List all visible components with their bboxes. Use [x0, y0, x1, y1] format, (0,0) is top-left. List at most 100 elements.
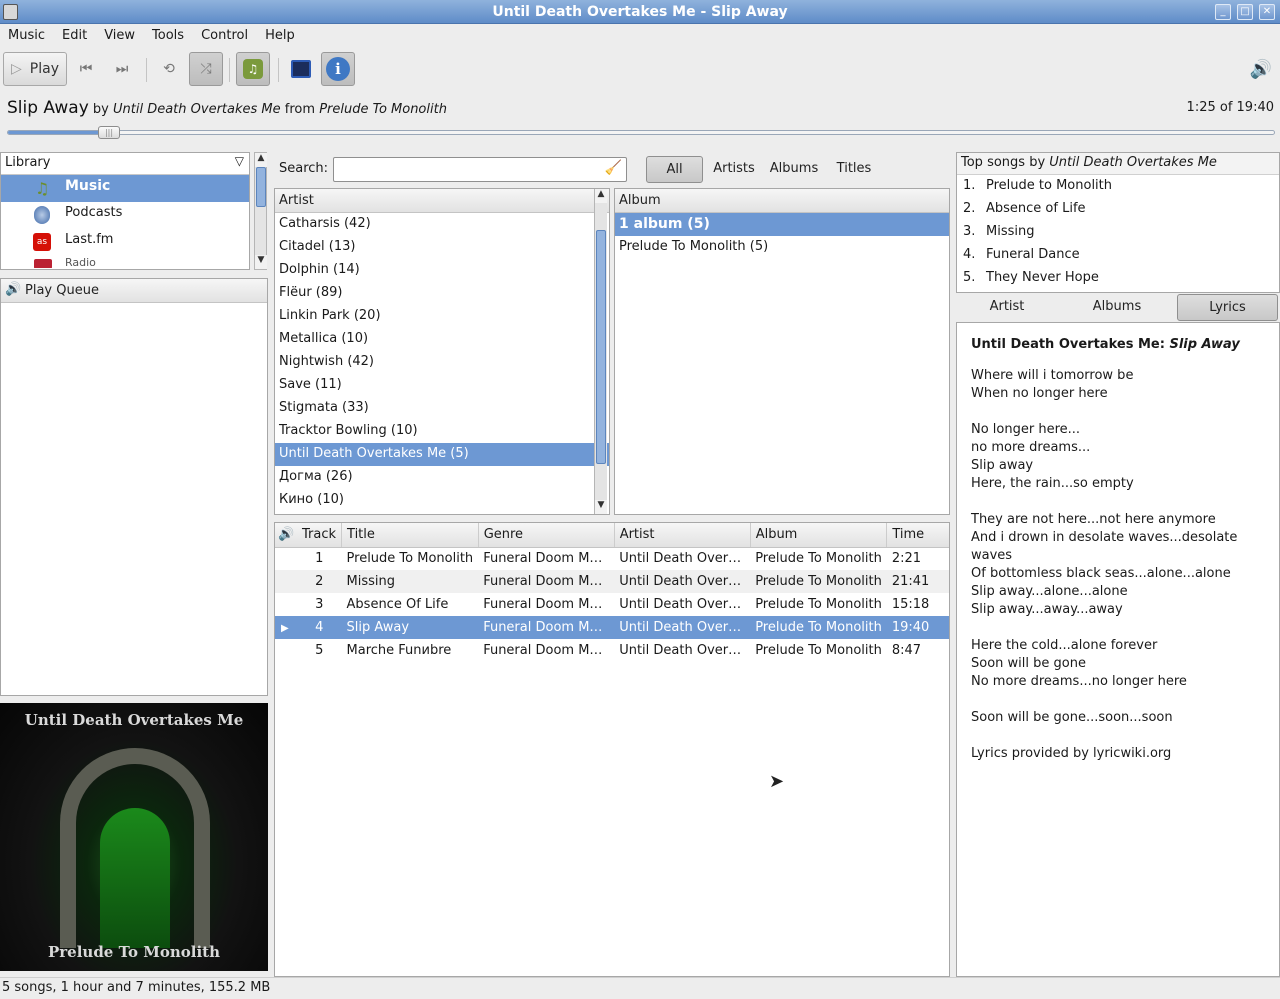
volume-icon: 🔊	[1249, 58, 1273, 80]
source-item-podcasts[interactable]: Podcasts	[1, 202, 249, 229]
previous-icon: ⏮	[79, 61, 93, 77]
artist-list-item[interactable]: Metallica (10)	[275, 328, 609, 351]
menu-edit[interactable]: Edit	[62, 24, 87, 43]
shuffle-button[interactable]: ⤮	[189, 52, 223, 86]
track-row[interactable]: 1 Prelude To Monolith Funeral Doom ME... Un…	[275, 547, 949, 570]
top-song-item[interactable]: 4. Funeral Dance	[957, 244, 1279, 267]
play-label: Play	[29, 61, 59, 77]
source-item-music[interactable]: ♫ Music	[1, 175, 249, 202]
artist-list-item[interactable]: Linkin Park (20)	[275, 305, 609, 328]
track-list: 🔊 Track Title Genre Artist Album Time 1 P…	[274, 522, 950, 977]
playing-column-header[interactable]: 🔊	[275, 523, 297, 548]
track-column-header[interactable]: Track	[297, 523, 343, 548]
search-input[interactable]: 🧹	[333, 157, 627, 182]
artist-column-header[interactable]: Artist	[614, 523, 751, 548]
play-button[interactable]: ▷ Play	[3, 52, 67, 86]
album-column-header[interactable]: Album	[750, 523, 888, 548]
top-songs-artist: Until Death Overtakes Me	[1049, 155, 1217, 170]
visualizer-button[interactable]	[287, 52, 315, 86]
artist-list-item[interactable]: Dolphin (14)	[275, 259, 609, 282]
lyric-line	[971, 494, 1237, 512]
title-column-header[interactable]: Title	[341, 523, 479, 548]
filter-artists-button[interactable]: Artists	[710, 156, 758, 183]
tab-albums[interactable]: Albums	[1076, 294, 1158, 321]
filter-albums-button[interactable]: Albums	[766, 156, 822, 183]
source-item-radio[interactable]: Radio	[1, 256, 249, 268]
previous-button[interactable]: ⏮	[72, 52, 100, 86]
track-genre-cell: Funeral Doom ME...	[483, 643, 611, 658]
album-cover-art[interactable]: Until Death Overtakes Me Prelude To Mono…	[0, 703, 268, 971]
lastfm-icon: as	[33, 233, 51, 251]
maximize-button[interactable]: □	[1237, 4, 1253, 20]
filter-all-button[interactable]: All	[646, 156, 703, 183]
top-songs-header: Top songs by Until Death Overtakes Me	[957, 153, 1279, 175]
info-button[interactable]: i	[321, 52, 355, 86]
menu-view[interactable]: View	[104, 24, 135, 43]
filter-titles-button[interactable]: Titles	[831, 156, 877, 183]
artist-list-item[interactable]: Flëur (89)	[275, 282, 609, 305]
album-list-item[interactable]: Prelude To Monolith (5)	[615, 236, 949, 259]
artist-list-item[interactable]: Until Death Overtakes Me (5)	[275, 443, 609, 466]
play-queue-header[interactable]: 🔊 Play Queue	[1, 279, 267, 303]
seek-slider[interactable]: |||	[7, 126, 1275, 139]
next-icon: ⏭	[115, 61, 129, 77]
artist-list-item[interactable]: Nightwish (42)	[275, 351, 609, 374]
album-column-header[interactable]: Album	[615, 189, 949, 213]
track-time-cell: 19:40	[891, 620, 930, 635]
track-row[interactable]: 5 Marche Funиbre Funeral Doom ME... Until D…	[275, 639, 949, 662]
genre-column-header[interactable]: Genre	[478, 523, 615, 548]
track-number-cell: 4	[315, 620, 324, 635]
track-row[interactable]: 3 Absence Of Life Funeral Doom ME... Until …	[275, 593, 949, 616]
artist-list-item[interactable]: Catharsis (42)	[275, 213, 609, 236]
source-list: Library ▽ ♫ Music Podcasts as Last.fm Ra…	[0, 152, 250, 270]
source-selector[interactable]: Library ▽	[1, 153, 249, 175]
artist-list-item[interactable]: Stigmata (33)	[275, 397, 609, 420]
scrollbar-thumb[interactable]	[256, 167, 266, 207]
repeat-button[interactable]: ⟲	[155, 52, 183, 86]
artist-list-item[interactable]: Citadel (13)	[275, 236, 609, 259]
minimize-button[interactable]: _	[1215, 4, 1231, 20]
lyric-line	[971, 692, 1237, 710]
scroll-down-arrow[interactable]: ▼	[255, 255, 267, 269]
track-row[interactable]: ▶ 4 Slip Away Funeral Doom ME... Until Death…	[275, 616, 949, 639]
time-column-header[interactable]: Time	[886, 523, 949, 548]
top-song-item[interactable]: 2. Absence of Life	[957, 198, 1279, 221]
scroll-up-arrow[interactable]: ▲	[255, 153, 267, 167]
artist-list-item[interactable]: Догма (26)	[275, 466, 609, 489]
music-icon: ♫	[35, 179, 50, 198]
playlist-toggle-button[interactable]: ♫	[236, 52, 270, 86]
next-button[interactable]: ⏭	[108, 52, 136, 86]
artist-column-header[interactable]: Artist	[275, 189, 609, 213]
tab-lyrics[interactable]: Lyrics	[1177, 294, 1278, 321]
seek-slider-handle[interactable]: |||	[98, 126, 120, 139]
artist-list-item[interactable]: Tracktor Bowling (10)	[275, 420, 609, 443]
clear-search-icon[interactable]: 🧹	[605, 160, 622, 176]
speaker-icon: 🔊	[278, 527, 295, 543]
artist-scrollbar[interactable]: ▲ ▼	[594, 189, 607, 514]
close-button[interactable]: ✕	[1259, 4, 1275, 20]
top-song-item[interactable]: 1. Prelude to Monolith	[957, 175, 1279, 198]
top-song-item[interactable]: 3. Missing	[957, 221, 1279, 244]
menu-control[interactable]: Control	[201, 24, 248, 43]
scrollbar-thumb[interactable]	[596, 230, 606, 464]
album-list-item[interactable]: 1 album (5)	[615, 213, 949, 236]
source-item-lastfm[interactable]: as Last.fm	[1, 229, 249, 256]
source-list-scrollbar[interactable]: ▲ ▼	[254, 152, 267, 270]
top-song-rank: 1.	[963, 178, 976, 193]
menu-music[interactable]: Music	[8, 24, 45, 43]
track-row[interactable]: 2 Missing Funeral Doom ME... Until Death Ov…	[275, 570, 949, 593]
scroll-up-arrow[interactable]: ▲	[595, 189, 607, 203]
menu-tools[interactable]: Tools	[152, 24, 184, 43]
now-playing-album: Prelude To Monolith	[319, 102, 447, 117]
artist-list-item[interactable]: Кино (10)	[275, 489, 609, 512]
podcast-icon	[34, 206, 50, 224]
top-song-item[interactable]: 5. They Never Hope	[957, 267, 1279, 290]
top-songs-panel: Top songs by Until Death Overtakes Me 1.…	[956, 152, 1280, 293]
artist-list-item[interactable]: Save (11)	[275, 374, 609, 397]
top-song-rank: 4.	[963, 247, 976, 262]
album-browser: Album 1 album (5) Prelude To Monolith (5…	[614, 188, 950, 515]
menu-help[interactable]: Help	[265, 24, 295, 43]
tab-artist[interactable]: Artist	[966, 294, 1048, 321]
volume-button[interactable]: 🔊	[1246, 52, 1276, 86]
scroll-down-arrow[interactable]: ▼	[595, 500, 607, 514]
